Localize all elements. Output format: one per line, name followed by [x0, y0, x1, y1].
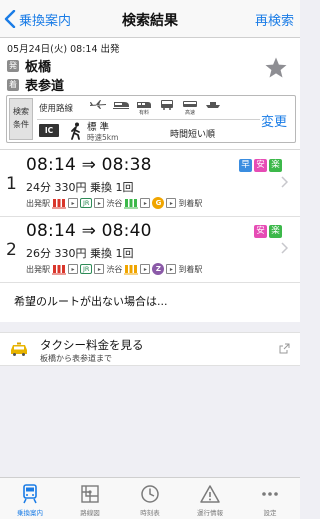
route-summary: 26分 330円 乗換 1回 [26, 247, 134, 260]
route-summary: 24分 330円 乗換 1回 [26, 181, 134, 194]
transport-modes: 有料 高速 [87, 99, 225, 117]
use-lines-label: 使用路線 [39, 104, 74, 114]
walking-speed: 標 準 時速5km [87, 122, 119, 142]
airplane-mode [87, 99, 109, 117]
search-conditions[interactable]: 検索 条件 使用路線 有料 高速 IC 標 準 時速5km 時間短い順 変更 [6, 95, 296, 143]
highway-bus-icon [183, 101, 197, 107]
tab-route-map[interactable]: 路線図 [60, 478, 120, 519]
transfer-arrow-icon: ▸ [94, 264, 105, 274]
transfer-arrow-icon: ▸ [140, 264, 151, 274]
route-time: 08:14 ⇒ 08:40 [26, 221, 152, 241]
shinkansen-icon [113, 102, 129, 109]
taxi-fare-row[interactable]: タクシー料金を見る 板橋から表参道まで [0, 332, 300, 366]
arrival-station-label: 到着駅 [178, 264, 203, 274]
external-link-icon [279, 343, 290, 354]
departure-datetime: 05月24日(火) 08:14 出発 [7, 44, 120, 55]
walking-icon [71, 122, 80, 140]
chevron-right-icon [281, 176, 288, 188]
conditions-content: 使用路線 有料 高速 IC 標 準 時速5km 時間短い順 [37, 96, 267, 142]
conditions-label: 検索 条件 [9, 98, 33, 140]
transfer-arrow-icon: ▸ [166, 264, 177, 274]
subway-line-badge: G [152, 197, 165, 209]
route-badge: 楽 [269, 159, 282, 172]
to-badge: 着 [7, 78, 19, 91]
departure-station-label: 出発駅 [26, 198, 50, 208]
from-badge: 発 [7, 59, 19, 72]
highway-bus-mode: 高速 [179, 99, 201, 117]
conditions-divider [37, 119, 260, 120]
transfer-station: 渋谷 [106, 198, 123, 208]
research-button[interactable]: 再検索 [255, 10, 294, 29]
train-icon [52, 198, 66, 209]
warning-icon [200, 485, 220, 503]
tab-settings[interactable]: 設定 [240, 478, 300, 519]
taxi-title: タクシー料金を見る [40, 338, 144, 352]
transfer-arrow-icon: ▸ [140, 198, 151, 208]
departure-station-label: 出発駅 [26, 264, 50, 274]
limited-express-mode: 有料 [133, 99, 155, 117]
navigation-bar: 乗換案内 検索結果 再検索 [0, 0, 300, 38]
from-station: 板橋 [25, 60, 52, 75]
train-icon [124, 264, 139, 275]
jr-line-badge: JR [80, 198, 93, 208]
train-icon [52, 264, 66, 275]
train-icon [124, 198, 139, 209]
taxi-subtitle: 板橋から表参道まで [40, 354, 112, 363]
arrival-station-label: 到着駅 [178, 198, 203, 208]
shinkansen-mode [110, 99, 132, 117]
route-number: 2 [6, 240, 17, 260]
ferry-mode [202, 99, 224, 117]
route-path: 出発駅 ▸ JR ▸ 渋谷 ▸ G ▸ 到着駅 [26, 197, 204, 209]
route-badge: 安 [254, 159, 267, 172]
train-icon [23, 484, 37, 504]
transfer-station: 渋谷 [106, 264, 123, 274]
chevron-right-icon [281, 242, 288, 254]
to-station-row: 着 表参道 [7, 75, 64, 94]
from-station-row: 発 板橋 [7, 56, 51, 75]
to-station: 表参道 [25, 79, 65, 94]
route-badges: 早安楽 [237, 159, 282, 172]
bus-mode [156, 99, 178, 117]
route-map-icon [81, 485, 99, 503]
route-divider [0, 282, 300, 283]
taxi-icon [11, 342, 27, 356]
limited-express-icon [137, 102, 151, 108]
ic-card-badge: IC [39, 124, 59, 137]
jr-line-badge: JR [80, 264, 93, 274]
tab-service-info[interactable]: 運行情報 [180, 478, 240, 519]
transfer-arrow-icon: ▸ [68, 198, 78, 208]
sort-order: 時間短い順 [170, 130, 216, 140]
search-summary: 05月24日(火) 08:14 出発 発 板橋 着 表参道 検索 条件 使用路線 [0, 38, 300, 150]
route-badges: 安楽 [252, 225, 282, 238]
route-item[interactable]: 1 08:14 ⇒ 08:38 24分 330円 乗換 1回早安楽出発駅 ▸ JR ▸ 渋谷… [0, 150, 300, 217]
route-time: 08:14 ⇒ 08:38 [26, 155, 152, 175]
clock-icon [141, 485, 159, 503]
tab-transfer[interactable]: 乗換案内 [0, 478, 60, 519]
route-badge: 楽 [269, 225, 282, 238]
favorite-star-icon[interactable] [264, 56, 288, 80]
change-conditions-button[interactable]: 変更 [261, 111, 287, 130]
transfer-arrow-icon: ▸ [68, 264, 78, 274]
route-list: 1 08:14 ⇒ 08:38 24分 330円 乗換 1回早安楽出発駅 ▸ JR ▸ 渋谷… [0, 150, 300, 322]
more-icon [262, 492, 278, 496]
bus-icon [161, 100, 173, 110]
route-badge: 早 [239, 159, 252, 172]
tab-bar: 乗換案内 路線図 時刻表 運行情報 設定 [0, 477, 300, 519]
airplane-icon [90, 100, 106, 109]
transfer-arrow-icon: ▸ [94, 198, 105, 208]
route-path: 出発駅 ▸ JR ▸ 渋谷 ▸ Z ▸ 到着駅 [26, 263, 204, 275]
tab-timetable[interactable]: 時刻表 [120, 478, 180, 519]
ferry-icon [206, 102, 220, 108]
route-number: 1 [6, 174, 17, 194]
route-not-found-link[interactable]: 希望のルートが出ない場合は... [14, 293, 168, 309]
route-item[interactable]: 2 08:14 ⇒ 08:40 26分 330円 乗換 1回安楽出発駅 ▸ JR ▸ 渋谷 ▸… [0, 216, 300, 283]
route-badge: 安 [254, 225, 267, 238]
subway-line-badge: Z [152, 263, 165, 275]
transfer-arrow-icon: ▸ [166, 198, 177, 208]
